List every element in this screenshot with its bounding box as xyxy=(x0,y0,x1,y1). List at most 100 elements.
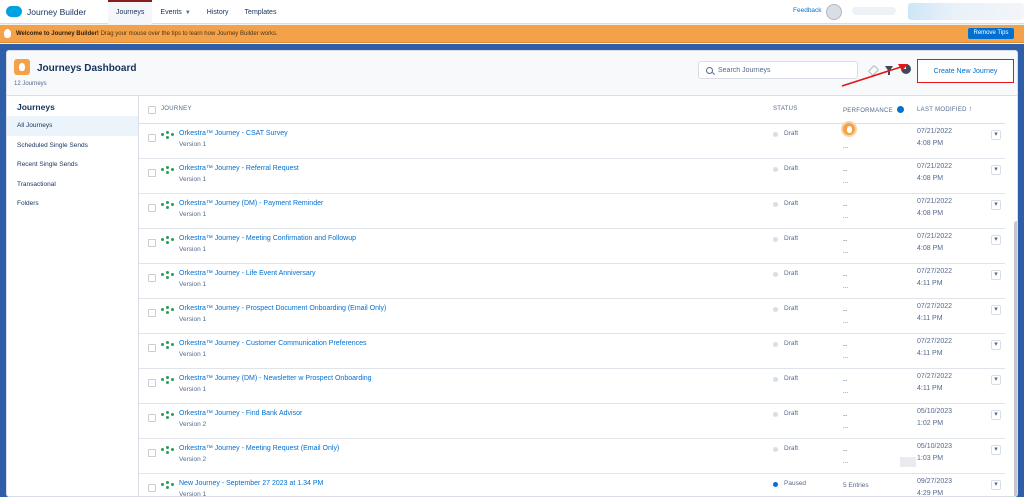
sidebar-item-all-journeys[interactable]: All Journeys xyxy=(7,116,138,136)
performance-value: -- xyxy=(843,272,848,279)
last-modified-time: 4:08 PM xyxy=(917,245,944,252)
row-checkbox[interactable] xyxy=(148,379,156,387)
last-modified-time: 4:08 PM xyxy=(917,210,944,217)
table-row[interactable]: Orkestra™ Journey - Life Event Anniversa… xyxy=(139,264,1005,299)
column-header-performance[interactable]: PERFORMANCE xyxy=(843,106,904,114)
journey-name-link[interactable]: Orkestra™ Journey - Customer Communicati… xyxy=(179,340,367,347)
status-text: Draft xyxy=(784,200,799,207)
create-new-journey-button[interactable]: Create New Journey xyxy=(917,59,1014,83)
journey-name-link[interactable]: Orkestra™ Journey - Find Bank Advisor xyxy=(179,410,302,417)
search-icon xyxy=(706,66,713,74)
table-row[interactable]: Orkestra™ Journey (DM) - Newsletter w Pr… xyxy=(139,369,1005,404)
annotation-arrow xyxy=(841,64,908,87)
nav-tab-journeys[interactable]: Journeys xyxy=(108,0,153,24)
brand[interactable]: Journey Builder xyxy=(0,0,108,24)
feedback-link[interactable]: Feedback xyxy=(793,0,822,24)
performance-value: -- xyxy=(843,377,848,384)
scrollbar[interactable] xyxy=(1014,221,1017,496)
row-checkbox[interactable] xyxy=(148,239,156,247)
tips-bold: Welcome to Journey Builder! xyxy=(16,30,99,37)
table-row[interactable]: Orkestra™ Journey - CSAT Survey Version 1… xyxy=(139,121,1005,159)
nav-tab-events[interactable]: Events ▼ xyxy=(152,0,198,24)
journey-name-link[interactable]: Orkestra™ Journey - Meeting Confirmation… xyxy=(179,235,356,242)
table-row[interactable]: New Journey - September 27 2023 at 1.34 … xyxy=(139,474,1005,496)
row-checkbox[interactable] xyxy=(148,309,156,317)
table-row[interactable]: Orkestra™ Journey - Find Bank Advisor Ver… xyxy=(139,404,1005,439)
search-input[interactable] xyxy=(718,66,848,74)
table-row[interactable]: Orkestra™ Journey - Prospect Document On… xyxy=(139,299,1005,334)
last-modified-time: 1:03 PM xyxy=(917,455,944,462)
row-menu-button[interactable]: ▾ xyxy=(991,200,1001,210)
journey-flow-icon xyxy=(161,446,175,454)
status-text: Draft xyxy=(784,375,799,382)
nav-tab-label: History xyxy=(206,8,229,16)
table-row[interactable]: Orkestra™ Journey - Referral Request Vers… xyxy=(139,159,1005,194)
journey-name-link[interactable]: Orkestra™ Journey - Meeting Request (Ema… xyxy=(179,445,339,452)
performance-badge-icon[interactable] xyxy=(841,121,857,137)
journey-name-link[interactable]: Orkestra™ Journey (DM) - Newsletter w Pr… xyxy=(179,375,372,382)
row-checkbox[interactable] xyxy=(148,204,156,212)
row-checkbox[interactable] xyxy=(148,484,156,492)
status-dot xyxy=(773,412,778,417)
last-modified-date: 05/10/2023 xyxy=(917,408,953,415)
journey-name-link[interactable]: Orkestra™ Journey (DM) - Payment Reminde… xyxy=(179,200,323,207)
status-text: Draft xyxy=(784,305,799,312)
row-menu-button[interactable]: ▾ xyxy=(991,410,1001,420)
column-header-last-modified[interactable]: LAST MODIFIED ↑ xyxy=(917,106,973,113)
sidebar-item-recent-single-sends[interactable]: Recent Single Sends xyxy=(7,155,138,175)
info-icon[interactable] xyxy=(896,106,904,113)
journey-name-link[interactable]: Orkestra™ Journey - CSAT Survey xyxy=(179,130,288,137)
row-checkbox[interactable] xyxy=(148,414,156,422)
nav-tab-label: Events xyxy=(160,8,182,16)
journey-version: Version 1 xyxy=(179,316,207,323)
row-menu-button[interactable]: ▾ xyxy=(991,480,1001,490)
sidebar-item-folders[interactable]: Folders xyxy=(7,194,138,214)
performance-more: ... xyxy=(843,178,849,185)
status-text: Draft xyxy=(784,235,799,242)
sidebar-item-scheduled-single-sends[interactable]: Scheduled Single Sends xyxy=(7,136,138,156)
row-menu-button[interactable]: ▾ xyxy=(991,305,1001,315)
row-menu-button[interactable]: ▾ xyxy=(991,270,1001,280)
journey-name-link[interactable]: Orkestra™ Journey - Referral Request xyxy=(179,165,299,172)
row-menu-button[interactable]: ▾ xyxy=(991,165,1001,175)
avatar[interactable] xyxy=(826,4,842,20)
nav-tab-templates[interactable]: Templates xyxy=(237,0,285,24)
status-dot xyxy=(773,447,778,452)
table-row[interactable]: Orkestra™ Journey (DM) - Payment Reminde… xyxy=(139,194,1005,229)
table-row[interactable]: Orkestra™ Journey - Meeting Request (Ema… xyxy=(139,439,1005,474)
last-modified-date: 07/21/2022 xyxy=(917,198,953,205)
sidebar-title: Journeys xyxy=(17,102,55,112)
row-checkbox[interactable] xyxy=(148,134,156,142)
row-menu-button[interactable]: ▾ xyxy=(991,445,1001,455)
row-checkbox[interactable] xyxy=(148,169,156,177)
row-menu-button[interactable]: ▾ xyxy=(991,235,1001,245)
row-menu-button[interactable]: ▾ xyxy=(991,375,1001,385)
table-row[interactable]: Orkestra™ Journey - Meeting Confirmation… xyxy=(139,229,1005,264)
journey-name-link[interactable]: New Journey - September 27 2023 at 1.34 … xyxy=(179,480,323,487)
journey-version: Version 1 xyxy=(179,386,207,393)
row-menu-button[interactable]: ▾ xyxy=(991,130,1001,140)
table-row[interactable]: Orkestra™ Journey - Customer Communicati… xyxy=(139,334,1005,369)
remove-tips-button[interactable]: Remove Tips xyxy=(968,28,1014,39)
journey-name-link[interactable]: Orkestra™ Journey - Prospect Document On… xyxy=(179,305,386,312)
sidebar-item-transactional[interactable]: Transactional xyxy=(7,175,138,195)
status-text: Draft xyxy=(784,165,799,172)
performance-value: -- xyxy=(843,237,848,244)
performance-value: -- xyxy=(843,307,848,314)
row-checkbox[interactable] xyxy=(148,344,156,352)
row-menu-button[interactable]: ▾ xyxy=(991,340,1001,350)
column-header-journey[interactable]: JOURNEY xyxy=(161,106,192,112)
row-checkbox[interactable] xyxy=(148,274,156,282)
journeys-dashboard-panel: Journeys Dashboard 12 Journeys Create Ne… xyxy=(6,50,1018,497)
search-box[interactable] xyxy=(698,61,858,79)
last-modified-time: 4:11 PM xyxy=(917,280,943,287)
brand-label: Journey Builder xyxy=(27,6,87,17)
nav-tab-history[interactable]: History xyxy=(199,0,237,24)
journey-version: Version 2 xyxy=(179,421,207,428)
journey-flow-icon xyxy=(161,166,175,174)
column-header-status[interactable]: STATUS xyxy=(773,106,798,112)
performance-more: ... xyxy=(843,458,849,465)
row-checkbox[interactable] xyxy=(148,449,156,457)
journey-name-link[interactable]: Orkestra™ Journey - Life Event Anniversa… xyxy=(179,270,316,277)
select-all-checkbox[interactable] xyxy=(148,106,156,114)
